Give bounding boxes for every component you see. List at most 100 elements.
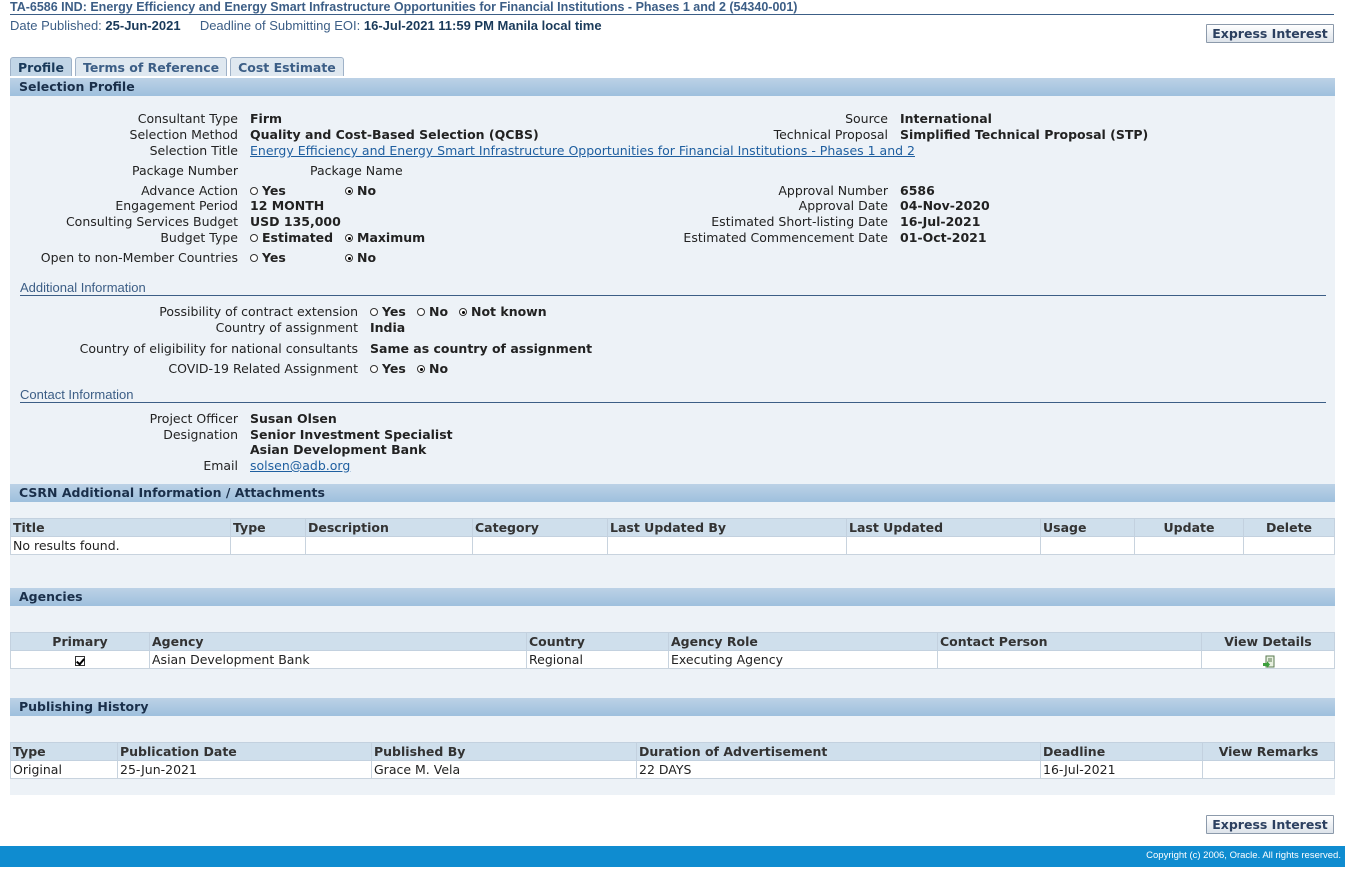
radio-label: No (429, 304, 449, 319)
shortlisting-value: 16-Jul-2021 (900, 214, 981, 229)
country-cell: Regional (526, 650, 669, 669)
extension-no-radio[interactable]: No (417, 305, 448, 319)
column-header-category[interactable]: Category (472, 518, 608, 537)
project-officer-value: Susan Olsen (250, 411, 337, 426)
table-cell (1134, 536, 1244, 555)
column-header-delete: Delete (1243, 518, 1335, 537)
express-interest-button-bottom[interactable]: Express Interest (1206, 815, 1334, 834)
country-value: India (370, 320, 406, 335)
column-header-primary: Primary (10, 632, 150, 651)
extension-not-known-radio[interactable]: Not known (459, 305, 547, 319)
advance-action-yes-radio[interactable]: Yes (250, 184, 286, 198)
radio-checked-icon (459, 308, 467, 316)
budget-type-maximum-radio[interactable]: Maximum (345, 231, 425, 245)
column-header-view-remarks: View Remarks (1202, 742, 1335, 761)
type-cell: Original (10, 760, 118, 779)
technical-proposal-label: Technical Proposal (773, 127, 888, 142)
view-remarks-cell (1202, 760, 1335, 779)
checkbox-checked-icon (75, 655, 85, 666)
footer-bar: Copyright (c) 2006, Oracle. All rights r… (0, 846, 1345, 867)
agency-role-cell: Executing Agency (668, 650, 938, 669)
page-title: TA-6586 IND: Energy Efficiency and Energ… (10, 0, 1334, 15)
table-header-row: Type Publication Date Published By Durat… (10, 742, 1335, 761)
non-member-no-radio[interactable]: No (345, 251, 376, 265)
eligibility-label: Country of eligibility for national cons… (79, 341, 358, 356)
source-value: International (900, 111, 992, 126)
primary-cell (10, 650, 150, 669)
publishing-history-table: Type Publication Date Published By Durat… (10, 742, 1335, 779)
country-label: Country of assignment (215, 320, 358, 335)
express-interest-button-top[interactable]: Express Interest (1206, 24, 1334, 43)
engagement-period-label: Engagement Period (115, 198, 238, 213)
column-header-agency: Agency (149, 632, 527, 651)
radio-checked-icon (345, 254, 353, 262)
shortlisting-label: Estimated Short-listing Date (711, 214, 888, 229)
budget-value: USD 135,000 (250, 214, 341, 229)
agency-cell: Asian Development Bank (149, 650, 527, 669)
radio-label: No (357, 183, 377, 198)
email-label: Email (203, 458, 238, 473)
advance-action-no-radio[interactable]: No (345, 184, 376, 198)
table-cell (305, 536, 473, 555)
column-header-description[interactable]: Description (305, 518, 473, 537)
radio-label: Yes (262, 183, 286, 198)
subheader-additional-information: Additional Information (20, 280, 1326, 296)
column-header-last-updated-by[interactable]: Last Updated By (607, 518, 847, 537)
column-header-deadline: Deadline (1040, 742, 1203, 761)
deadline: 16-Jul-2021 11:59 PM Manila local time (363, 18, 602, 33)
designation-label: Designation (163, 427, 238, 442)
budget-type-estimated-radio[interactable]: Estimated (250, 231, 333, 245)
radio-unchecked-icon (370, 365, 378, 373)
tab-terms-of-reference[interactable]: Terms of Reference (74, 57, 228, 76)
selection-title-label: Selection Title (149, 143, 238, 158)
radio-label: Estimated (262, 230, 334, 245)
subheader-contact-information: Contact Information (20, 387, 1326, 403)
table-cell (472, 536, 608, 555)
covid-label: COVID-19 Related Assignment (168, 361, 358, 376)
selection-method-value: Quality and Cost-Based Selection (QCBS) (250, 127, 539, 142)
radio-unchecked-icon (370, 308, 378, 316)
column-header-published-by: Published By (371, 742, 637, 761)
section-header-attachments: CSRN Additional Information / Attachment… (10, 484, 1335, 502)
covid-no-radio[interactable]: No (417, 362, 448, 376)
column-header-last-updated[interactable]: Last Updated (846, 518, 1041, 537)
radio-checked-icon (345, 187, 353, 195)
commencement-label: Estimated Commencement Date (683, 230, 888, 245)
covid-yes-radio[interactable]: Yes (370, 362, 406, 376)
extension-yes-radio[interactable]: Yes (370, 305, 406, 319)
duration-cell: 22 DAYS (636, 760, 1041, 779)
radio-label: Yes (382, 304, 406, 319)
column-header-type[interactable]: Type (230, 518, 306, 537)
package-name-label: Package Name (310, 163, 403, 178)
column-header-agency-role: Agency Role (668, 632, 938, 651)
radio-checked-icon (417, 365, 425, 373)
table-header-row: Primary Agency Country Agency Role Conta… (10, 632, 1335, 651)
column-header-view-details: View Details (1201, 632, 1335, 651)
radio-unchecked-icon (417, 308, 425, 316)
radio-label: No (429, 361, 449, 376)
radio-unchecked-icon (250, 234, 258, 242)
budget-label: Consulting Services Budget (65, 214, 238, 229)
package-number-label: Package Number (132, 163, 238, 178)
radio-checked-icon (345, 234, 353, 242)
approval-date-label: Approval Date (798, 198, 888, 213)
tab-profile[interactable]: Profile (10, 57, 72, 76)
column-header-usage[interactable]: Usage (1040, 518, 1135, 537)
non-member-yes-radio[interactable]: Yes (250, 251, 286, 265)
email-link[interactable]: solsen@adb.org (250, 459, 350, 473)
selection-title-link[interactable]: Energy Efficiency and Energy Smart Infra… (250, 144, 915, 158)
selection-method-label: Selection Method (129, 127, 238, 142)
section-header-agencies: Agencies (10, 588, 1335, 606)
column-header-type: Type (10, 742, 118, 761)
radio-label: Not known (471, 304, 547, 319)
column-header-contact-person: Contact Person (937, 632, 1202, 651)
advance-action-label: Advance Action (141, 183, 238, 198)
organization-value: Asian Development Bank (250, 442, 427, 457)
radio-label: No (357, 250, 377, 265)
view-details-icon[interactable] (1262, 655, 1275, 668)
radio-label: Yes (382, 361, 406, 376)
tab-cost-estimate[interactable]: Cost Estimate (230, 57, 344, 76)
table-row: No results found. (10, 536, 1335, 555)
column-header-country: Country (526, 632, 669, 651)
column-header-title[interactable]: Title (10, 518, 231, 537)
